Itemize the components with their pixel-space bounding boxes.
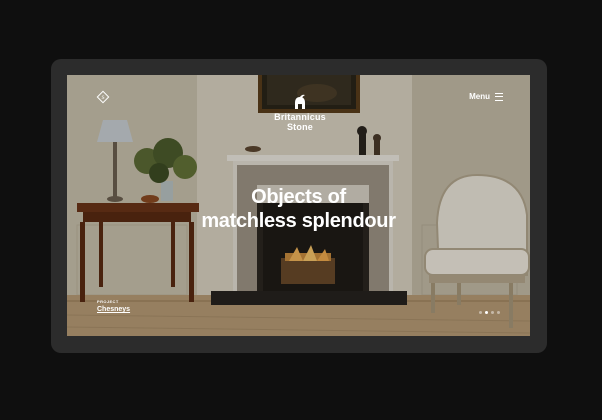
slide-dot-active[interactable] <box>485 311 488 314</box>
svg-text:S: S <box>101 95 104 101</box>
headline-line1: Objects of <box>251 186 346 208</box>
helmet-icon <box>295 94 305 109</box>
slide-dot[interactable] <box>497 311 500 314</box>
brand-logo[interactable]: Britannicus Stone <box>257 94 343 132</box>
hamburger-icon <box>495 92 503 101</box>
website-screen: S Britannicus Stone Menu Objects of matc… <box>67 75 530 336</box>
slide-indicators <box>479 311 500 314</box>
headline-line2: matchless splendour <box>201 210 396 232</box>
menu-label: Menu <box>469 92 490 101</box>
hero-headline: Objects of matchless splendour <box>67 185 530 233</box>
diamond-monogram-icon[interactable]: S <box>96 90 110 104</box>
menu-button[interactable]: Menu <box>469 92 503 101</box>
project-caption: PROJECT Chesneys <box>97 299 130 315</box>
project-link[interactable]: Chesneys <box>97 305 130 315</box>
brand-name-line2: Stone <box>286 122 313 132</box>
brand-name-line1: Britannicus <box>274 112 326 122</box>
slide-dot[interactable] <box>479 311 482 314</box>
slide-dot[interactable] <box>491 311 494 314</box>
